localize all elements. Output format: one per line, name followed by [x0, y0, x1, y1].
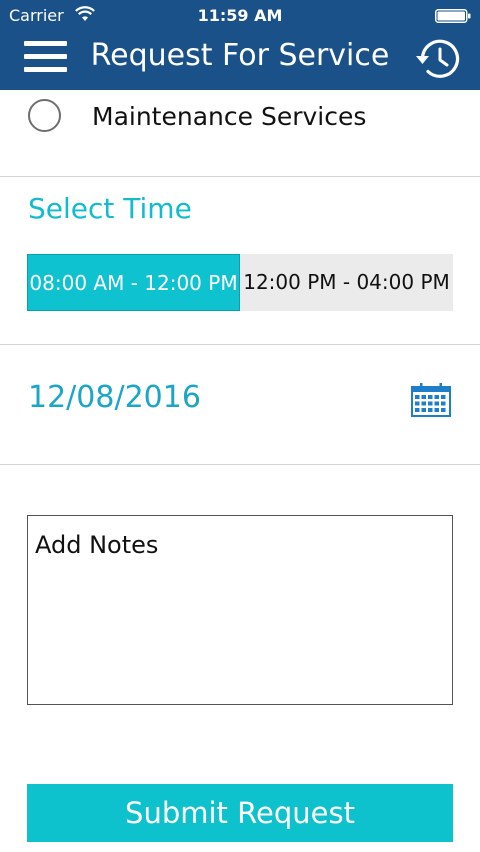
divider — [0, 176, 480, 177]
maintenance-services-radio[interactable] — [28, 99, 61, 132]
submit-request-button[interactable]: Submit Request — [27, 784, 453, 842]
time-slot-morning[interactable]: 08:00 AM - 12:00 PM — [27, 254, 240, 311]
date-field[interactable]: 12/08/2016 — [28, 380, 201, 415]
service-option-row[interactable]: Maintenance Services — [0, 90, 480, 176]
time-slot-toggle: 08:00 AM - 12:00 PM 12:00 PM - 04:00 PM — [27, 254, 453, 311]
status-time: 11:59 AM — [197, 6, 283, 25]
notes-textarea[interactable] — [27, 515, 453, 705]
battery-icon — [435, 9, 471, 23]
history-icon[interactable] — [414, 37, 462, 81]
app-header: Carrier 11:59 AM Request For Service — [0, 0, 480, 90]
divider — [0, 464, 480, 465]
maintenance-services-label: Maintenance Services — [92, 102, 367, 131]
time-slot-afternoon[interactable]: 12:00 PM - 04:00 PM — [240, 254, 453, 311]
select-time-heading: Select Time — [28, 192, 192, 225]
page-title: Request For Service — [90, 38, 390, 73]
divider — [0, 344, 480, 345]
status-bar: Carrier 11:59 AM — [0, 0, 480, 32]
calendar-icon[interactable] — [411, 383, 451, 417]
hamburger-menu-icon[interactable] — [24, 41, 68, 73]
